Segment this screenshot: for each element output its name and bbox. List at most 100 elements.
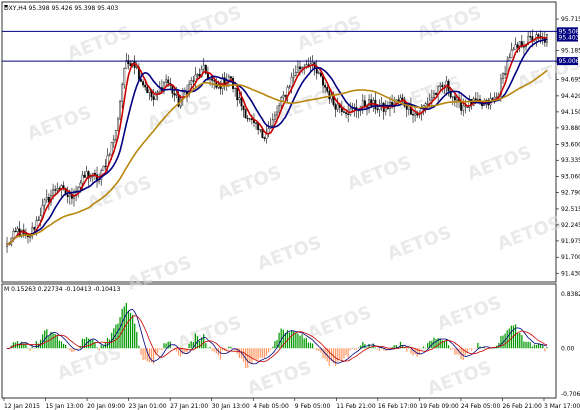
price-chart-svg[interactable]: DXY,H4 95.398 95.426 95.398 95.403 M 0.1… [0, 0, 580, 410]
candle-body [85, 171, 88, 178]
candle-body [192, 80, 195, 82]
candle-body [351, 108, 354, 110]
histogram-bar [75, 348, 77, 350]
histogram-bar [230, 346, 232, 349]
main-panel-header: DXY,H4 95.398 95.426 95.398 95.403 [4, 5, 118, 12]
candle-body [110, 142, 113, 156]
candle-body [361, 100, 364, 107]
histogram-bar [546, 347, 548, 349]
histogram-bar [226, 348, 228, 350]
histogram-bar [274, 341, 276, 349]
histogram-bar [523, 341, 525, 349]
histogram-bar [447, 345, 450, 349]
histogram-bar [406, 348, 408, 352]
level-badge-label: 95.006 [559, 58, 580, 65]
candle-body [39, 215, 42, 221]
histogram-bar [117, 323, 119, 349]
watermark-text: AETOS [425, 357, 495, 400]
candle-body [242, 105, 245, 110]
candle-body [405, 105, 408, 110]
histogram-bar [468, 348, 471, 350]
histogram-bar [450, 348, 452, 351]
candle-body [493, 96, 496, 100]
candle-body [514, 44, 517, 50]
candle-body [282, 94, 285, 98]
y-tick-label: 91.430 [561, 270, 580, 277]
histogram-bar [251, 348, 253, 364]
candle-body [284, 94, 287, 97]
watermark-text: AETOS [125, 252, 195, 295]
histogram-bar [424, 347, 427, 349]
candle-body [412, 114, 414, 116]
histogram-bar [366, 347, 368, 349]
candle-body [114, 130, 117, 140]
histogram-bar [46, 329, 48, 349]
candle-body [66, 194, 69, 197]
x-tick-label: 15 Jan 13:00 [46, 403, 84, 410]
candle-body [45, 197, 48, 201]
histogram-bar [142, 348, 144, 361]
y-tick-label: 95.185 [561, 47, 580, 54]
candle-body [33, 227, 36, 230]
histogram-bar [372, 343, 374, 349]
histogram-bar [307, 342, 310, 349]
histogram-bar [527, 341, 529, 349]
candle-body [347, 113, 350, 115]
y-tick-label: 93.335 [561, 157, 580, 164]
histogram-bar [67, 348, 69, 349]
candle-body [523, 46, 525, 48]
y-tick-label: 92.245 [561, 222, 580, 229]
x-tick-label: 24 Feb 05:00 [461, 403, 501, 410]
histogram-bar [299, 335, 301, 349]
histogram-bar [301, 334, 303, 349]
histogram-bar [517, 333, 519, 349]
histogram-bar [544, 348, 546, 352]
histogram-bar [228, 346, 230, 349]
candle-body [43, 199, 46, 206]
candle-body [433, 92, 435, 98]
x-tick-label: 4 Feb 05:00 [253, 403, 289, 410]
histogram-bar [203, 334, 205, 349]
histogram-bar [62, 343, 65, 349]
histogram-bar [136, 331, 138, 349]
candle-body [307, 64, 310, 66]
candle-body [504, 73, 507, 75]
histogram-bar [98, 348, 100, 351]
candle-body [68, 194, 71, 197]
candle-body [52, 189, 55, 196]
histogram-bar [207, 347, 209, 349]
histogram-bar [265, 348, 268, 356]
candle-body [424, 103, 427, 106]
candle-body [296, 66, 299, 73]
candle-body [345, 112, 347, 114]
watermark-text: AETOS [215, 162, 285, 205]
histogram-bar [134, 323, 136, 349]
histogram-bar [205, 343, 207, 349]
candle-body [152, 96, 155, 100]
x-tick-label: 23 Jan 01:00 [129, 403, 167, 410]
watermark-text: AETOS [345, 152, 415, 195]
histogram-bar [535, 344, 538, 349]
histogram-bar [376, 348, 379, 350]
candle-body [41, 205, 44, 217]
histogram-bar [121, 309, 123, 349]
candle-body [464, 105, 467, 107]
candle-body [234, 87, 237, 90]
candle-body [311, 62, 314, 65]
candle-body [79, 182, 82, 188]
histogram-bar [69, 348, 71, 351]
candle-body [211, 78, 214, 81]
y-tick-label: 92.790 [561, 190, 580, 197]
candle-body [108, 154, 111, 156]
candle-body [278, 105, 281, 113]
histogram-bar [165, 343, 167, 349]
candle-body [104, 165, 107, 168]
x-tick-label: 11 Feb 21:00 [336, 403, 376, 410]
candle-body [148, 89, 151, 93]
histogram-bar [56, 335, 58, 349]
histogram-bar [48, 336, 50, 349]
histogram-bar [12, 342, 14, 349]
histogram-bar [337, 348, 339, 362]
histogram-bar [347, 348, 349, 358]
candle-body [529, 36, 532, 38]
